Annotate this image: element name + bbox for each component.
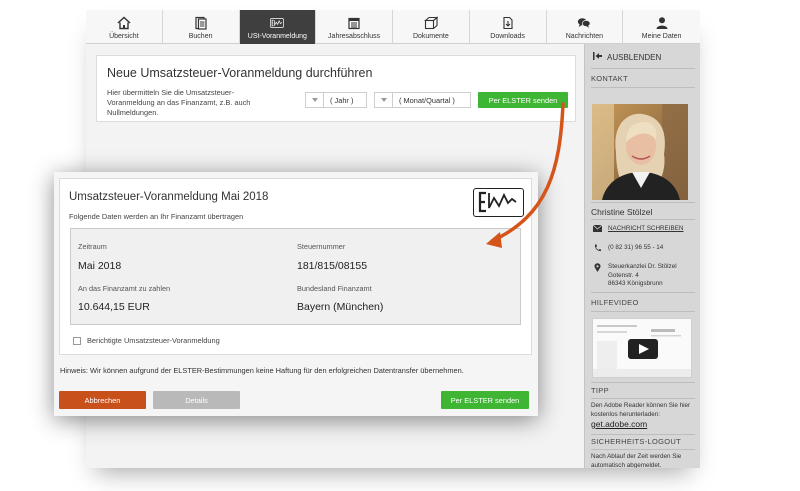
divider: [591, 219, 695, 220]
nav-ust-voranmeldung[interactable]: USt-Voranmeldung: [239, 10, 317, 44]
checkbox-box[interactable]: [73, 336, 81, 345]
nav-label: Downloads: [490, 33, 525, 40]
address-line-1: Steuerkanzlei Dr. Stölzel: [608, 263, 677, 270]
nav-meine-daten[interactable]: Meine Daten: [623, 10, 700, 44]
transfer-summary: Zeitraum Mai 2018 Steuernummer 181/815/0…: [70, 228, 521, 325]
new-return-card: Neue Umsatzsteuer-Voranmeldung durchführ…: [96, 55, 576, 122]
location-pin-icon: [593, 263, 602, 289]
divider: [591, 434, 695, 435]
tax-number-label: Steuernummer: [297, 242, 346, 251]
phone-number: (0 82 31) 96 55 - 14: [608, 244, 664, 251]
write-message-link[interactable]: NACHRICHT SCHREIBEN: [593, 225, 683, 234]
address-row: Steuerkanzlei Dr. Stölzel Gotenstr. 4 86…: [593, 263, 677, 289]
envelope-icon: [593, 225, 602, 234]
divider: [591, 311, 695, 312]
divider: [591, 68, 695, 69]
divider: [591, 398, 695, 399]
confirmation-dialog: Umsatzsteuer-Voranmeldung Mai 2018 Folge…: [54, 172, 538, 416]
year-select[interactable]: ( Jahr ): [305, 92, 367, 108]
divider: [591, 87, 695, 88]
home-icon: [117, 16, 131, 30]
nav-label: Übersicht: [109, 33, 139, 40]
divider: [591, 202, 695, 203]
phone-icon: [593, 244, 602, 253]
nav-dokumente[interactable]: Dokumente: [393, 10, 470, 44]
write-message-label: NACHRICHT SCHREIBEN: [608, 225, 684, 232]
period-select[interactable]: ( Monat/Quartal ): [374, 92, 471, 108]
sidebar: AUSBLENDEN KONTAKT Christine Stölzel NAC…: [584, 44, 700, 468]
document-stack-icon: [194, 16, 208, 30]
corrected-return-label: Berichtigte Umsatzsteuer-Voranmeldung: [87, 336, 220, 345]
help-video-player[interactable]: [592, 318, 692, 378]
details-button[interactable]: Details: [153, 391, 240, 409]
period-select-value: ( Monat/Quartal ): [399, 95, 455, 105]
amount-label: An das Finanzamt zu zahlen: [78, 284, 171, 293]
nav-label: Jahresabschluss: [328, 33, 381, 40]
logout-text: Nach Ablauf der Zeit werden Sie automati…: [591, 453, 682, 468]
state-label: Bundesland Finanzamt: [297, 284, 372, 293]
divider: [591, 292, 695, 293]
liability-hint: Hinweis: Wir können aufgrund der ELSTER-…: [60, 366, 464, 375]
send-elster-dialog-button[interactable]: Per ELSTER senden: [441, 391, 529, 409]
tip-text: Den Adobe Reader können Sie hier kostenl…: [591, 402, 691, 418]
elster-icon: [270, 16, 285, 30]
period-value: Mai 2018: [78, 260, 122, 272]
state-value: Bayern (München): [297, 301, 384, 313]
download-icon: [501, 16, 515, 30]
main-navigation: Übersicht Buchen USt-Voranmeldung Jahres…: [86, 10, 700, 44]
nav-label: Dokumente: [412, 33, 449, 40]
chevron-down-icon: [306, 93, 324, 107]
nav-label: Meine Daten: [641, 33, 682, 40]
logout-heading: SICHERHEITS-LOGOUT: [591, 437, 681, 446]
nav-jahresabschluss[interactable]: Jahresabschluss: [316, 10, 393, 44]
dialog-subtitle: Folgende Daten werden an Ihr Finanzamt ü…: [69, 212, 244, 221]
nav-nachrichten[interactable]: Nachrichten: [547, 10, 624, 44]
divider: [591, 382, 695, 383]
nav-label: Buchen: [188, 33, 213, 40]
collapse-arrow-icon: [593, 52, 602, 62]
dialog-content: Umsatzsteuer-Voranmeldung Mai 2018 Folge…: [59, 178, 532, 355]
page-description: Hier übermitteln Sie die Umsatzsteuer-Vo…: [107, 88, 251, 117]
help-video-heading: HILFEVIDEO: [591, 298, 639, 307]
address-line-2: Gotenstr. 4: [608, 271, 639, 279]
chevron-down-icon: [375, 93, 393, 107]
amount-value: 10.644,15 EUR: [78, 301, 150, 313]
nav-uebersicht[interactable]: Übersicht: [86, 10, 163, 44]
nav-label: USt-Voranmeldung: [247, 33, 307, 40]
corrected-return-checkbox[interactable]: Berichtigte Umsatzsteuer-Voranmeldung: [73, 336, 220, 345]
adobe-download-link[interactable]: get.adobe.com: [591, 420, 695, 429]
tax-number-value: 181/815/08155: [297, 260, 368, 272]
address-line-3: 86343 Königsbrunn: [608, 280, 663, 287]
nav-buchen[interactable]: Buchen: [163, 10, 240, 44]
chat-bubbles-icon: [577, 16, 591, 30]
nav-label: Nachrichten: [565, 33, 604, 40]
contact-photo: [592, 104, 688, 200]
cancel-button[interactable]: Abbrechen: [59, 391, 146, 409]
contact-heading: KONTAKT: [591, 74, 628, 83]
hide-sidebar-label: AUSBLENDEN: [607, 52, 662, 62]
nav-downloads[interactable]: Downloads: [470, 10, 547, 44]
user-icon: [655, 16, 669, 30]
send-elster-button[interactable]: Per ELSTER senden: [478, 92, 568, 108]
tip-heading: TIPP: [591, 386, 609, 395]
contact-name: Christine Stölzel: [591, 207, 653, 217]
calendar-icon: [347, 16, 361, 30]
box-icon: [423, 16, 438, 30]
elster-logo: [473, 188, 524, 217]
page-title: Neue Umsatzsteuer-Voranmeldung durchführ…: [107, 66, 373, 80]
phone-row: (0 82 31) 96 55 - 14: [593, 244, 663, 253]
dialog-title: Umsatzsteuer-Voranmeldung Mai 2018: [69, 191, 269, 203]
period-label: Zeitraum: [78, 242, 107, 251]
hide-sidebar-button[interactable]: AUSBLENDEN: [593, 52, 661, 62]
divider: [591, 449, 695, 450]
year-select-value: ( Jahr ): [330, 95, 354, 105]
